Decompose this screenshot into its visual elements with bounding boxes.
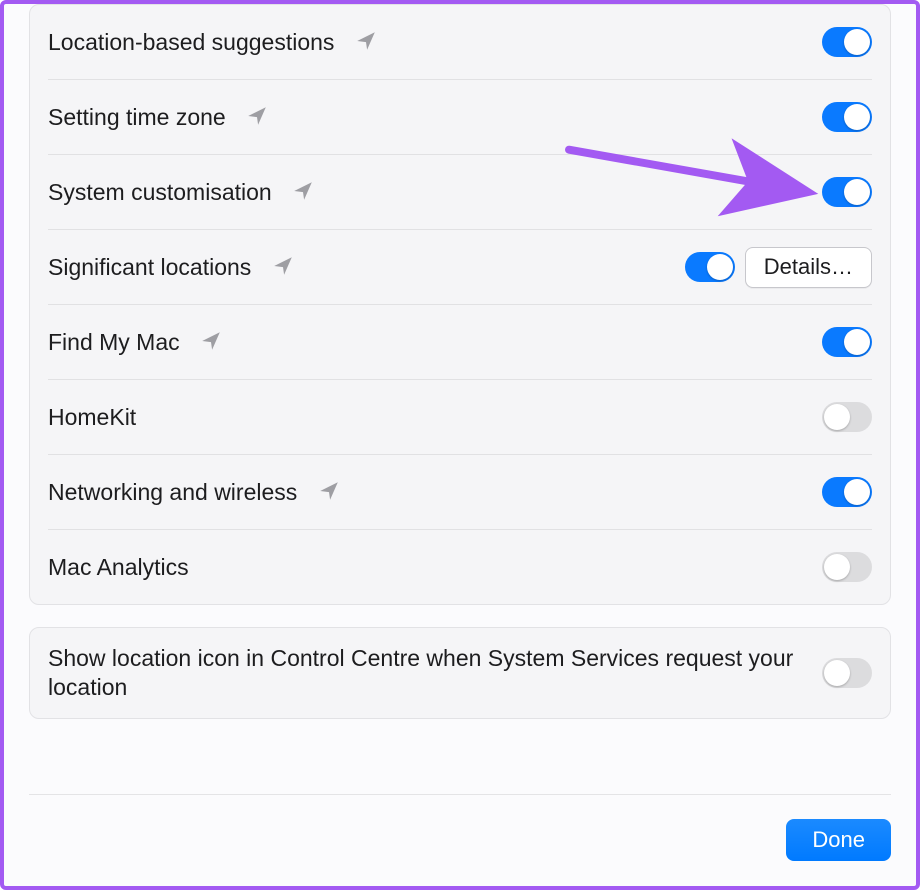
row-label: Find My Mac <box>48 328 822 357</box>
row-label: Location-based suggestions <box>48 28 822 57</box>
row-label-text: Significant locations <box>48 254 251 280</box>
row-homekit: HomeKit <box>48 379 872 454</box>
row-label-text: System customisation <box>48 179 272 205</box>
toggle-networking-and-wireless[interactable] <box>822 477 872 507</box>
toggle-homekit[interactable] <box>822 402 872 432</box>
toggle-show-location-icon[interactable] <box>822 658 872 688</box>
row-label-text: Mac Analytics <box>48 554 189 580</box>
row-system-customisation: System customisation <box>48 154 872 229</box>
system-services-list: Location-based suggestions Setting time … <box>29 4 891 605</box>
row-label: Networking and wireless <box>48 478 822 507</box>
done-button[interactable]: Done <box>786 819 891 861</box>
row-find-my-mac: Find My Mac <box>48 304 872 379</box>
row-label-text: Setting time zone <box>48 104 226 130</box>
toggle-location-suggestions[interactable] <box>822 27 872 57</box>
details-button[interactable]: Details… <box>745 247 872 288</box>
row-show-location-icon: Show location icon in Control Centre whe… <box>48 628 872 718</box>
location-arrow-icon <box>355 30 377 52</box>
row-significant-locations: Significant locations Details… <box>48 229 872 304</box>
row-label-text: Networking and wireless <box>48 479 297 505</box>
toggle-find-my-mac[interactable] <box>822 327 872 357</box>
toggle-significant-locations[interactable] <box>685 252 735 282</box>
location-arrow-icon <box>272 255 294 277</box>
row-label: Setting time zone <box>48 103 822 132</box>
toggle-system-customisation[interactable] <box>822 177 872 207</box>
show-location-icon-panel: Show location icon in Control Centre whe… <box>29 627 891 719</box>
dialog-footer: Done <box>29 794 891 861</box>
row-location-suggestions: Location-based suggestions <box>48 5 872 79</box>
row-label: HomeKit <box>48 403 822 432</box>
location-arrow-icon <box>246 105 268 127</box>
location-arrow-icon <box>318 480 340 502</box>
location-arrow-icon <box>292 180 314 202</box>
row-label: Significant locations <box>48 253 685 282</box>
row-networking-and-wireless: Networking and wireless <box>48 454 872 529</box>
row-label: Show location icon in Control Centre whe… <box>48 628 822 718</box>
row-label: System customisation <box>48 178 822 207</box>
row-label-text: HomeKit <box>48 404 136 430</box>
row-label-text: Find My Mac <box>48 329 180 355</box>
row-setting-time-zone: Setting time zone <box>48 79 872 154</box>
toggle-mac-analytics[interactable] <box>822 552 872 582</box>
row-label: Mac Analytics <box>48 553 822 582</box>
location-arrow-icon <box>200 330 222 352</box>
toggle-setting-time-zone[interactable] <box>822 102 872 132</box>
row-label-text: Location-based suggestions <box>48 29 334 55</box>
row-mac-analytics: Mac Analytics <box>48 529 872 604</box>
